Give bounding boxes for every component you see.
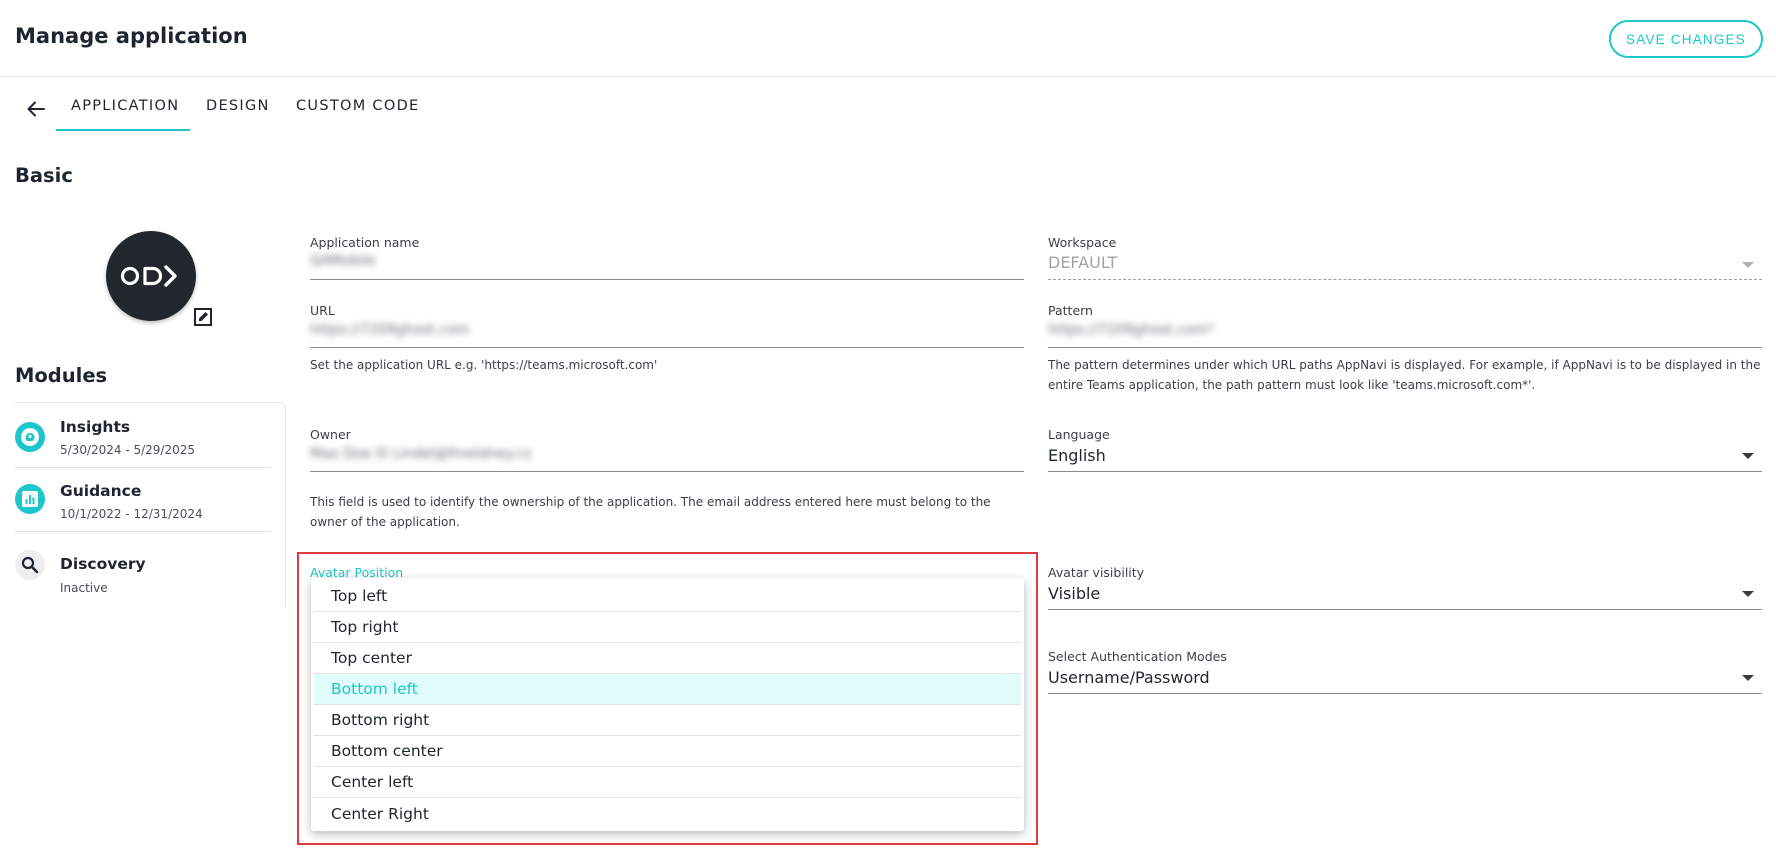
back-button[interactable] bbox=[24, 98, 48, 120]
auth-modes-select[interactable]: Username/Password bbox=[1048, 668, 1210, 687]
input-underline bbox=[1048, 347, 1762, 348]
dropdown-option-bottom-left[interactable]: Bottom left bbox=[314, 674, 1021, 705]
module-name: Guidance bbox=[60, 482, 142, 500]
tab-design[interactable]: DESIGN bbox=[206, 98, 270, 114]
insights-icon bbox=[15, 422, 45, 452]
logo-icon bbox=[120, 265, 177, 287]
module-date: 5/30/2024 - 5/29/2025 bbox=[60, 443, 196, 457]
chevron-down-icon bbox=[1742, 262, 1754, 268]
module-insights[interactable]: Insights 5/30/2024 - 5/29/2025 bbox=[15, 411, 271, 473]
language-label: Language bbox=[1048, 427, 1110, 442]
app-header: Manage application SAVE CHANGES bbox=[0, 0, 1776, 77]
dropdown-option-bottom-right[interactable]: Bottom right bbox=[314, 705, 1021, 736]
dropdown-option-top-left[interactable]: Top left bbox=[314, 581, 1021, 612]
tab-application[interactable]: APPLICATION bbox=[71, 98, 179, 114]
dropdown-option-center-left[interactable]: Center left bbox=[314, 767, 1021, 798]
avatar-visibility-select[interactable]: Visible bbox=[1048, 584, 1100, 603]
language-select[interactable]: English bbox=[1048, 446, 1106, 465]
avatar-visibility-label: Avatar visibility bbox=[1048, 565, 1145, 580]
search-icon bbox=[15, 550, 45, 580]
input-underline bbox=[1048, 471, 1762, 472]
page-title: Manage application bbox=[15, 24, 248, 48]
chevron-down-icon bbox=[1742, 453, 1754, 459]
application-name-label: Application name bbox=[310, 235, 420, 250]
pattern-label: Pattern bbox=[1048, 303, 1093, 318]
owner-label: Owner bbox=[310, 427, 351, 442]
workspace-select[interactable]: DEFAULT bbox=[1048, 253, 1117, 272]
module-name: Insights bbox=[60, 418, 131, 436]
module-name: Discovery bbox=[60, 555, 146, 573]
dropdown-option-bottom-center[interactable]: Bottom center bbox=[314, 736, 1021, 767]
section-title-basic: Basic bbox=[15, 164, 73, 187]
input-underline bbox=[1048, 279, 1762, 280]
input-underline bbox=[1048, 693, 1762, 694]
divider bbox=[15, 467, 271, 468]
owner-input[interactable]: Max Doe Ill Lindel@fmeldney.cz bbox=[310, 446, 531, 462]
module-date: Inactive bbox=[60, 581, 108, 595]
pattern-input[interactable]: https://7209ghost.com* bbox=[1048, 322, 1214, 338]
application-name-input[interactable]: Q4Mobile bbox=[310, 253, 376, 269]
tab-active-indicator bbox=[56, 129, 190, 131]
url-helper-text: Set the application URL e.g. 'https://te… bbox=[310, 358, 658, 372]
dropdown-option-top-right[interactable]: Top right bbox=[314, 612, 1021, 643]
url-input[interactable]: https://7209ghost.com bbox=[310, 322, 469, 338]
module-discovery[interactable]: Discovery Inactive bbox=[15, 539, 271, 601]
url-label: URL bbox=[310, 303, 335, 318]
divider bbox=[15, 531, 271, 532]
save-changes-button[interactable]: SAVE CHANGES bbox=[1609, 20, 1763, 58]
chart-icon bbox=[15, 484, 45, 514]
edit-avatar-button[interactable] bbox=[192, 306, 214, 328]
arrow-left-icon bbox=[27, 101, 45, 117]
application-avatar bbox=[106, 231, 196, 321]
chevron-down-icon bbox=[1742, 591, 1754, 597]
edit-icon bbox=[194, 308, 212, 326]
input-underline bbox=[310, 347, 1024, 348]
modules-list: Insights 5/30/2024 - 5/29/2025 Guidance … bbox=[15, 402, 286, 607]
input-underline bbox=[310, 279, 1024, 280]
section-title-modules: Modules bbox=[15, 364, 108, 387]
auth-modes-label: Select Authentication Modes bbox=[1048, 649, 1227, 664]
input-underline bbox=[1048, 609, 1762, 610]
dropdown-option-top-center[interactable]: Top center bbox=[314, 643, 1021, 674]
dropdown-option-center-right[interactable]: Center Right bbox=[314, 798, 1021, 829]
input-underline bbox=[310, 471, 1024, 472]
pattern-helper-text: The pattern determines under which URL p… bbox=[1048, 358, 1761, 392]
chevron-down-icon bbox=[1742, 675, 1754, 681]
module-date: 10/1/2022 - 12/31/2024 bbox=[60, 507, 203, 521]
workspace-label: Workspace bbox=[1048, 235, 1117, 250]
owner-helper-text: This field is used to identify the owner… bbox=[310, 495, 991, 529]
module-guidance[interactable]: Guidance 10/1/2022 - 12/31/2024 bbox=[15, 475, 271, 537]
avatar-position-dropdown: Top left Top right Top center Bottom lef… bbox=[311, 578, 1024, 831]
tab-custom-code[interactable]: CUSTOM CODE bbox=[296, 98, 420, 114]
